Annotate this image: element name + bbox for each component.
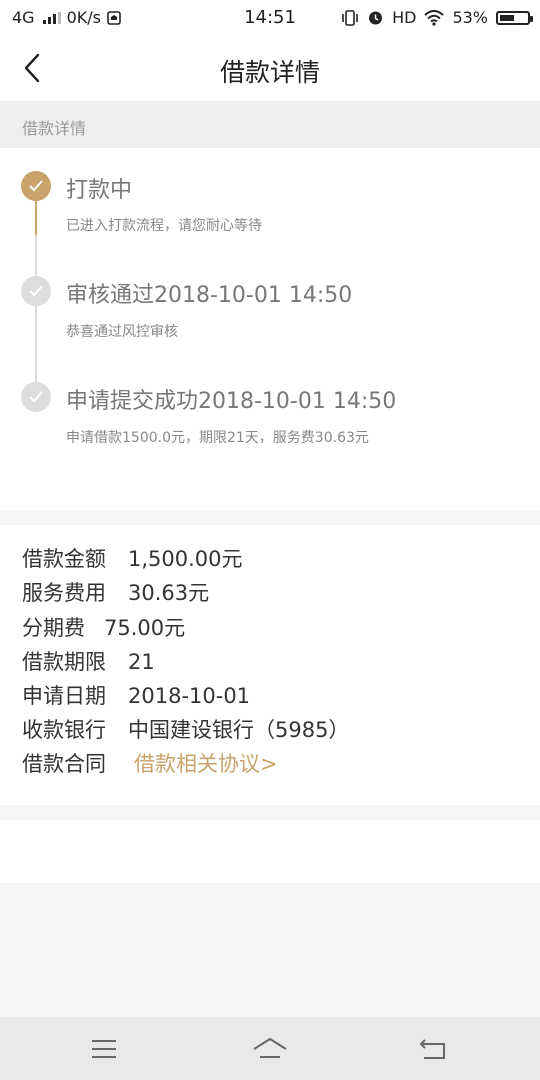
section-label: 借款详情 bbox=[22, 119, 87, 138]
step-check-icon bbox=[21, 382, 51, 412]
step-title: 申请提交成功2018-10-01 14:50 bbox=[66, 389, 397, 414]
system-nav-bar bbox=[0, 1017, 540, 1080]
detail-row: 借款金额 1,500.00元 bbox=[22, 543, 243, 573]
step-desc: 申请借款1500.0元，期限21天，服务费30.63元 bbox=[66, 430, 369, 446]
detail-value: 21 bbox=[128, 650, 155, 674]
menu-icon bbox=[92, 1040, 116, 1058]
detail-row: 借款期限 21 bbox=[22, 646, 155, 676]
contract-link[interactable]: 借款相关协议> bbox=[134, 752, 278, 776]
detail-row: 申请日期 2018-10-01 bbox=[22, 680, 250, 710]
home-icon bbox=[253, 1038, 287, 1058]
timeline-line-active bbox=[35, 200, 37, 235]
battery-percent: 53% bbox=[452, 8, 488, 27]
detail-value: 中国建设银行（5985） bbox=[128, 718, 350, 742]
alarm-icon bbox=[369, 11, 383, 25]
detail-row: 收款银行 中国建设银行（5985） bbox=[22, 714, 349, 744]
detail-key: 借款期限 bbox=[22, 650, 106, 674]
detail-key: 收款银行 bbox=[22, 718, 106, 742]
detail-value: 2018-10-01 bbox=[128, 684, 251, 708]
detail-key: 服务费用 bbox=[22, 581, 106, 605]
detail-value: 75.00元 bbox=[104, 616, 186, 640]
detail-value: 1,500.00元 bbox=[128, 547, 243, 571]
blank-area bbox=[0, 820, 540, 883]
page-title: 借款详情 bbox=[219, 58, 320, 87]
status-bar: 4G 0K/s 14:51 HD 53% bbox=[0, 0, 540, 36]
menu-button[interactable] bbox=[89, 1035, 123, 1063]
battery-level bbox=[500, 14, 514, 21]
step-check-icon bbox=[21, 276, 51, 306]
app-header: 借款详情 bbox=[0, 36, 540, 101]
vibrate-icon bbox=[342, 9, 358, 26]
loan-details: 借款金额 1,500.00元 服务费用 30.63元 分期费 75.00元 借款期限 2… bbox=[0, 525, 540, 805]
step-title: 审核通过2018-10-01 14:50 bbox=[66, 283, 353, 308]
detail-key: 借款合同 bbox=[22, 752, 106, 776]
detail-key: 分期费 bbox=[22, 616, 85, 640]
detail-row: 服务费用 30.63元 bbox=[22, 577, 209, 607]
timeline-line-inactive bbox=[35, 235, 37, 385]
back-nav-button[interactable] bbox=[416, 1035, 450, 1063]
detail-value: 30.63元 bbox=[128, 581, 210, 605]
wifi-icon bbox=[424, 9, 445, 26]
progress-timeline: 打款中 已进入打款流程，请您耐心等待 审核通过2018-10-01 14:50 … bbox=[0, 148, 540, 510]
step-check-icon bbox=[21, 171, 51, 201]
status-right: HD 53% bbox=[341, 8, 533, 27]
step-desc: 已进入打款流程，请您耐心等待 bbox=[66, 218, 262, 234]
step-title: 打款中 bbox=[66, 178, 133, 203]
home-button[interactable] bbox=[252, 1035, 287, 1063]
detail-row: 借款合同 借款相关协议> bbox=[22, 748, 278, 778]
section-header: 借款详情 bbox=[0, 101, 540, 148]
hd-badge: HD bbox=[392, 8, 417, 27]
detail-row: 分期费 75.00元 bbox=[22, 612, 185, 642]
detail-key: 借款金额 bbox=[22, 547, 106, 571]
step-desc: 恭喜通过风控审核 bbox=[66, 324, 178, 340]
back-arrow-icon bbox=[419, 1039, 445, 1059]
detail-key: 申请日期 bbox=[22, 684, 106, 708]
battery-icon bbox=[496, 10, 533, 25]
